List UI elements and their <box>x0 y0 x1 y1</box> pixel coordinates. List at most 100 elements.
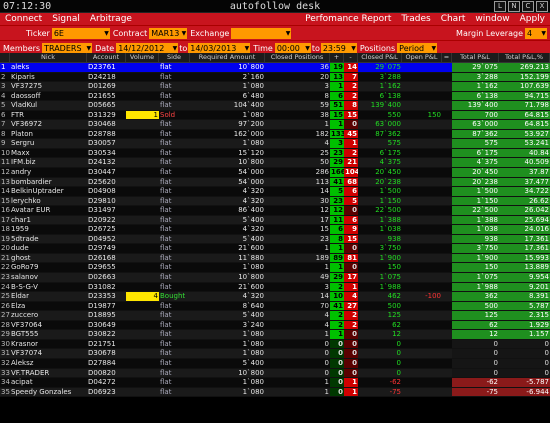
table-row[interactable]: 13 bombardier D25620 flat 54`000 113 41 68 20`23… <box>0 177 550 188</box>
close-window-button[interactable]: X <box>536 1 548 12</box>
table-row[interactable]: 21 ghost D26168 flat 11`880 189 89 81 1`900 1`900… <box>0 253 550 264</box>
contract-select[interactable]: MAR13 ▼ <box>149 27 188 39</box>
menu-arbitrage[interactable]: Arbitrage <box>85 14 137 24</box>
row-index: 15 <box>1 196 10 205</box>
closed-positions-cell: 4 <box>324 311 329 320</box>
col-header-total-pnl[interactable]: Total P&L <box>452 53 499 62</box>
table-row[interactable]: 32 Aleksz D27884 flat 5`400 0 0 0 0 0 0 <box>0 358 550 369</box>
total-pnl-cell: 150 <box>452 263 499 273</box>
table-row[interactable]: 9 Sergru D30057 flat 1`080 4 3 1 575 575 53.241 <box>0 139 550 149</box>
account-cell: D23761 <box>88 63 116 71</box>
new-window-button[interactable]: N <box>508 1 520 12</box>
lock-window-button[interactable]: L <box>494 1 506 12</box>
side-cell: flat <box>160 330 172 339</box>
menu-trades[interactable]: Trades <box>396 14 435 24</box>
col-header-account[interactable]: Account <box>87 53 126 62</box>
closed-pnl-cell: 12 <box>392 330 401 339</box>
table-row[interactable]: 16 Avatar EUR D31497 flat 86`400 12 12 0 22`500 2… <box>0 206 550 216</box>
col-header-equals[interactable]: = <box>442 53 452 62</box>
menu-window[interactable]: window <box>470 14 514 24</box>
required-amount-cell: 5`400 <box>242 234 264 243</box>
table-row[interactable]: 12 andry D30447 flat 54`000 286 166 104 20`450 20… <box>0 168 550 178</box>
table-row[interactable]: 31 VF37074 D30678 flat 1`080 0 0 0 0 0 0 <box>0 349 550 359</box>
date-from-field[interactable]: 14/12/2012 ▼ <box>116 42 179 54</box>
menu-performance-report[interactable]: Perfomance Report <box>300 14 396 24</box>
table-row[interactable]: 23 salanov D02663 flat 10`800 49 29 17 1`075 1`07… <box>0 273 550 283</box>
menu-chart[interactable]: Chart <box>436 14 471 24</box>
total-pnl-cell: 20`238 <box>452 177 499 187</box>
total-pnl-pct-cell: 25.694 <box>499 215 550 225</box>
table-row[interactable]: 34 acipat D04272 flat 1`080 1 0 1 -62 -62 -5.787 <box>0 378 550 388</box>
table-row[interactable]: 19 5dtrade D04952 flat 5`400 23 8 15 938 938 17.36… <box>0 234 550 245</box>
side-cell: flat <box>160 244 172 253</box>
col-header-volume[interactable]: Volume <box>126 53 159 62</box>
table-row[interactable]: 8 Platon D28788 flat 162`000 182 133 45 87`362 87… <box>0 129 550 140</box>
exchange-select[interactable]: ▼ <box>231 27 292 39</box>
required-amount-cell: 1`080 <box>242 110 264 119</box>
table-row[interactable]: 22 GoRo79 D29655 flat 1`080 1 1 0 150 150 13.889 <box>0 263 550 274</box>
required-amount-cell: 54`000 <box>238 177 264 186</box>
positions-select[interactable]: Period ▼ <box>397 42 438 54</box>
closed-positions-cell: 17 <box>320 215 329 224</box>
wins-cell: 23 <box>330 148 344 158</box>
menu-apply[interactable]: Apply <box>515 14 550 24</box>
table-row[interactable]: 17 char1 D20922 flat 5`400 17 11 6 1`388 1`388 25.… <box>0 215 550 226</box>
table-row[interactable]: 27 zuccero D18895 flat 5`400 4 2 2 125 125 2.315 <box>0 311 550 321</box>
chevron-down-icon: ▼ <box>172 44 178 52</box>
table-row[interactable]: 6 FTR D31329 1 Sold 1`080 38 15 15 550 150 700 64.81… <box>0 110 550 121</box>
ticker-select[interactable]: 6E ▼ <box>51 27 110 39</box>
table-row[interactable]: 29 BGT555 D30822 flat 1`080 1 1 0 12 12 1.157 <box>0 330 550 340</box>
members-select[interactable]: TRADERS ▼ <box>42 42 93 54</box>
table-row[interactable]: 28 VF37064 D30649 flat 3`240 4 2 2 62 62 1.929 <box>0 320 550 331</box>
col-header-side[interactable]: Side <box>159 53 190 62</box>
table-row[interactable]: 20 dude D29749 flat 21`600 1 1 0 3`750 3`750 17.36… <box>0 244 550 254</box>
losses-cell: 1 <box>344 378 358 387</box>
table-row[interactable]: 18 1959 D26725 flat 4`320 15 6 9 1`038 1`038 24.01… <box>0 225 550 235</box>
table-row[interactable]: 7 VF36972 D30468 flat 97`200 1 1 0 63`000 63`000 6… <box>0 120 550 130</box>
equals-cell <box>442 216 452 225</box>
table-row[interactable]: 30 Krasnor D21751 flat 1`080 0 0 0 0 0 0 <box>0 339 550 350</box>
required-amount-cell: 15`120 <box>238 148 264 157</box>
table-row[interactable]: 5 VladKul D05665 flat 104`400 59 51 8 139`400 139… <box>0 101 550 111</box>
menu-signal[interactable]: Signal <box>47 14 85 24</box>
table-row[interactable]: 33 VF.TRADER D00820 flat 10`800 0 0 0 0 0 0 <box>0 368 550 379</box>
table-row[interactable]: 25 Eldar D23353 4 Bought 4`320 14 10 4 462 -100 362… <box>0 292 550 302</box>
equals-cell <box>442 311 452 320</box>
total-pnl-pct-cell: 26.042 <box>499 206 550 215</box>
time-to-field[interactable]: 23:59 ▼ <box>320 42 357 54</box>
account-cell: D29655 <box>88 263 116 272</box>
wins-cell: 2 <box>330 311 344 320</box>
table-row[interactable]: 24 B-S-G-V D31082 flat 21`600 3 2 1 1`988 1`988 9.… <box>0 282 550 293</box>
table-row[interactable]: 26 Elza D19877 flat 8`640 70 41 27 500 500 5.787 <box>0 301 550 312</box>
margin-leverage-select[interactable]: 4 ▼ <box>525 27 547 39</box>
col-header-closed-pnl[interactable]: Closed P&L <box>358 53 402 62</box>
table-row[interactable]: 1 aleks D23761 flat 10`800 36 19 14 29`075 29`075… <box>0 63 550 73</box>
table-row[interactable]: 10 Maxx D30534 flat 15`120 25 23 2 6`175 6`175 40.… <box>0 148 550 159</box>
col-header-open-pnl[interactable]: Open P&L <box>402 53 442 62</box>
table-row[interactable]: 2 Kiparis D24218 flat 2`160 20 13 7 3`288 3`288 15… <box>0 72 550 83</box>
table-row[interactable]: 3 VF37275 D01269 flat 1`080 3 1 2 1`162 1`162 107.… <box>0 82 550 92</box>
total-pnl-cell: 1`162 <box>452 82 499 91</box>
col-header-closed-positions[interactable]: Closed Positions <box>265 53 330 62</box>
wins-cell: 29 <box>330 273 344 282</box>
side-cell: flat <box>160 320 172 329</box>
col-header-total-pnl-pct[interactable]: Total P&L,% <box>499 53 550 62</box>
col-header-required-amount[interactable]: Required Amount <box>190 53 265 62</box>
title-bar: 07:12:30 autofollow desk L N C X <box>0 0 550 13</box>
date-to-field[interactable]: 14/03/2013 ▼ <box>188 42 251 54</box>
col-header-minus[interactable]: - <box>344 53 358 62</box>
menu-connect[interactable]: Connect <box>0 14 47 24</box>
col-header-nick[interactable]: Nick <box>10 53 87 62</box>
table-row[interactable]: 4 daossoff D21655 flat 6`480 8 6 2 6`138 6`138 94.… <box>0 91 550 102</box>
table-row[interactable]: 14 BelkinUptrader D04908 flat 4`320 14 5 6 1`500… <box>0 187 550 197</box>
row-index: 17 <box>1 215 10 224</box>
col-header-plus[interactable]: + <box>330 53 344 62</box>
table-row[interactable]: 11 IFM.biz D24132 flat 10`800 50 29 21 4`375 4`37… <box>0 158 550 169</box>
time-from-field[interactable]: 00:00 ▼ <box>274 42 311 54</box>
window-controls: L N C X <box>494 1 548 12</box>
losses-cell: 15 <box>344 234 358 244</box>
total-pnl-pct-cell: 269.213 <box>499 63 550 72</box>
table-row[interactable]: 15 lerychko D29810 flat 4`320 30 23 5 1`150 1`150… <box>0 196 550 207</box>
table-row[interactable]: 35 Speedy Gonzales D06923 flat 1`080 1 0 1 -75 -7… <box>0 387 550 398</box>
config-window-button[interactable]: C <box>522 1 534 12</box>
